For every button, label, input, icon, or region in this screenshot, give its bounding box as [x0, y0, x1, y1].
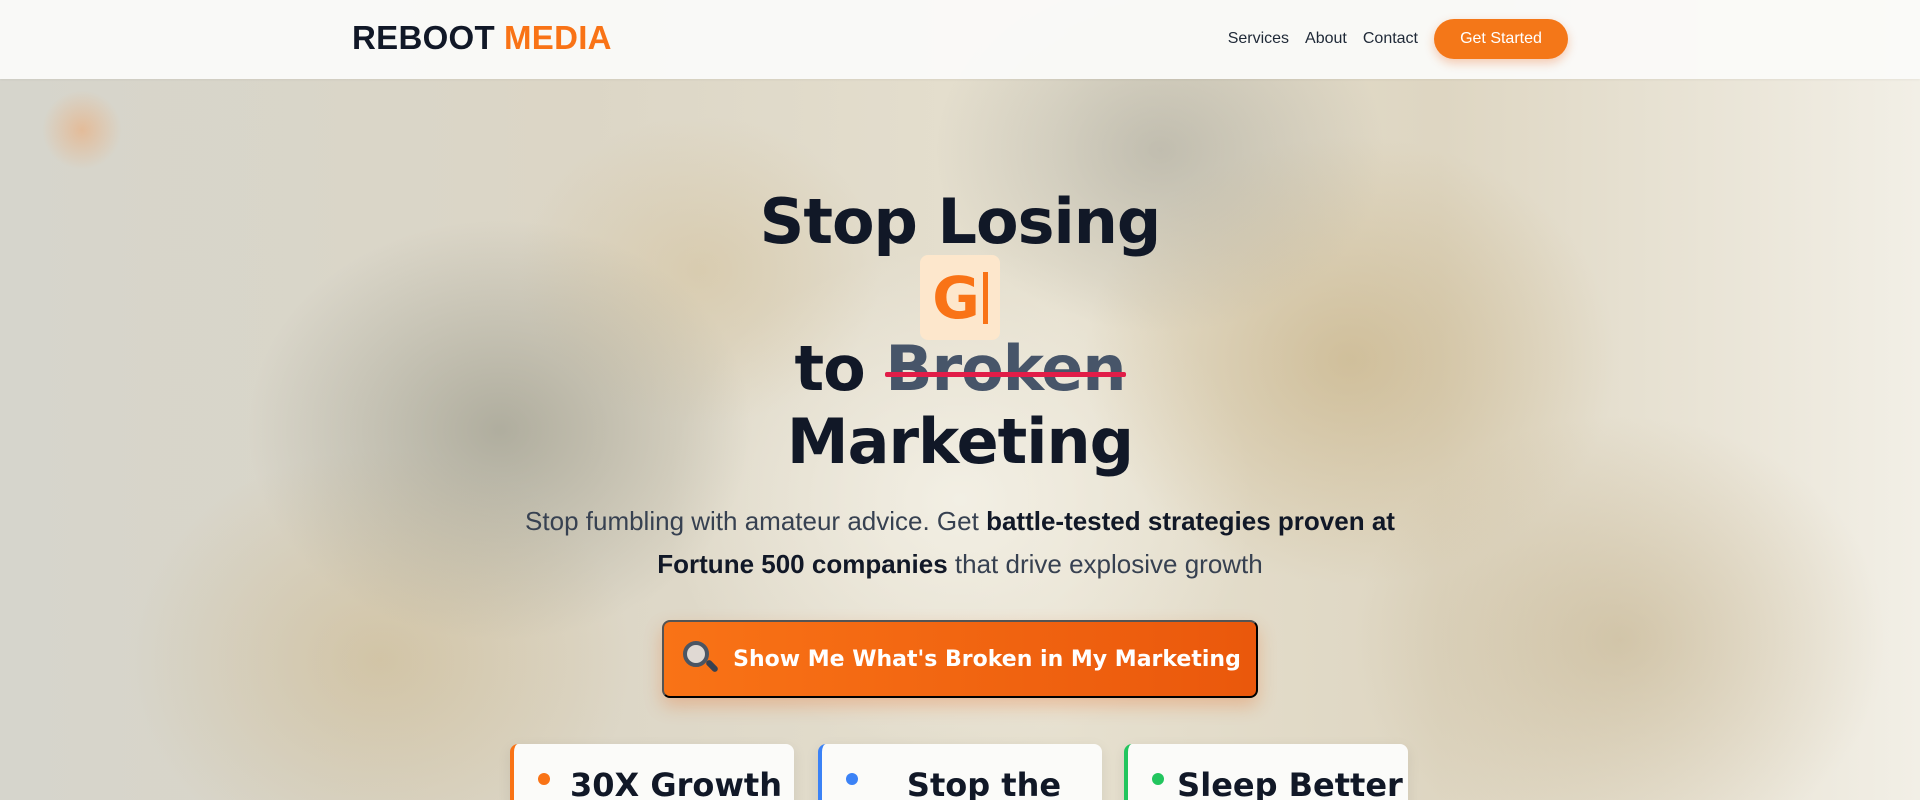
logo-reboot: REBOOT [352, 19, 495, 56]
headline-line-3: to Broken [0, 333, 1920, 405]
magnifying-glass-icon [679, 639, 720, 679]
card-title: Stop the [906, 766, 1062, 800]
feature-card-growth[interactable]: 30X Growth [510, 744, 794, 800]
logo[interactable]: REBOOT MEDIA [352, 18, 612, 58]
decorative-orb [42, 90, 122, 170]
typing-caret [982, 271, 988, 324]
subtitle-part-2: that drive explosive growth [947, 549, 1263, 579]
card-title: Sleep Better [1177, 766, 1403, 800]
nav-link-about[interactable]: About [1305, 19, 1347, 59]
hero-subtitle: Stop fumbling with amateur advice. Get b… [510, 500, 1410, 586]
feature-card-stop[interactable]: Stop the [818, 744, 1102, 800]
show-broken-marketing-button[interactable]: Show Me What's Broken in My Marketing [662, 620, 1258, 698]
main-nav: Services About Contact Get Started [1228, 19, 1568, 59]
nav-link-contact[interactable]: Contact [1363, 19, 1418, 59]
feature-card-sleep[interactable]: Sleep Better [1124, 744, 1408, 800]
nav-link-services[interactable]: Services [1228, 19, 1289, 59]
headline-line-1: Stop Losing [759, 185, 1162, 258]
cta-label: Show Me What's Broken in My Marketing [733, 646, 1241, 672]
card-title: 30X Growth [569, 766, 782, 800]
get-started-button[interactable]: Get Started [1434, 19, 1568, 59]
typed-word: G [932, 263, 980, 332]
subtitle-part-1: Stop fumbling with amateur advice. Get [525, 506, 987, 536]
feature-cards: 30X Growth Stop the Sleep Better [510, 744, 1410, 800]
site-header: REBOOT MEDIA Services About Contact Get S… [0, 0, 1920, 79]
headline-line-4: Marketing [786, 405, 1134, 478]
typed-word-box: G [920, 255, 1000, 340]
logo-media: MEDIA [503, 19, 612, 56]
headline-to: to [794, 332, 865, 405]
struck-word: Broken [885, 332, 1127, 405]
